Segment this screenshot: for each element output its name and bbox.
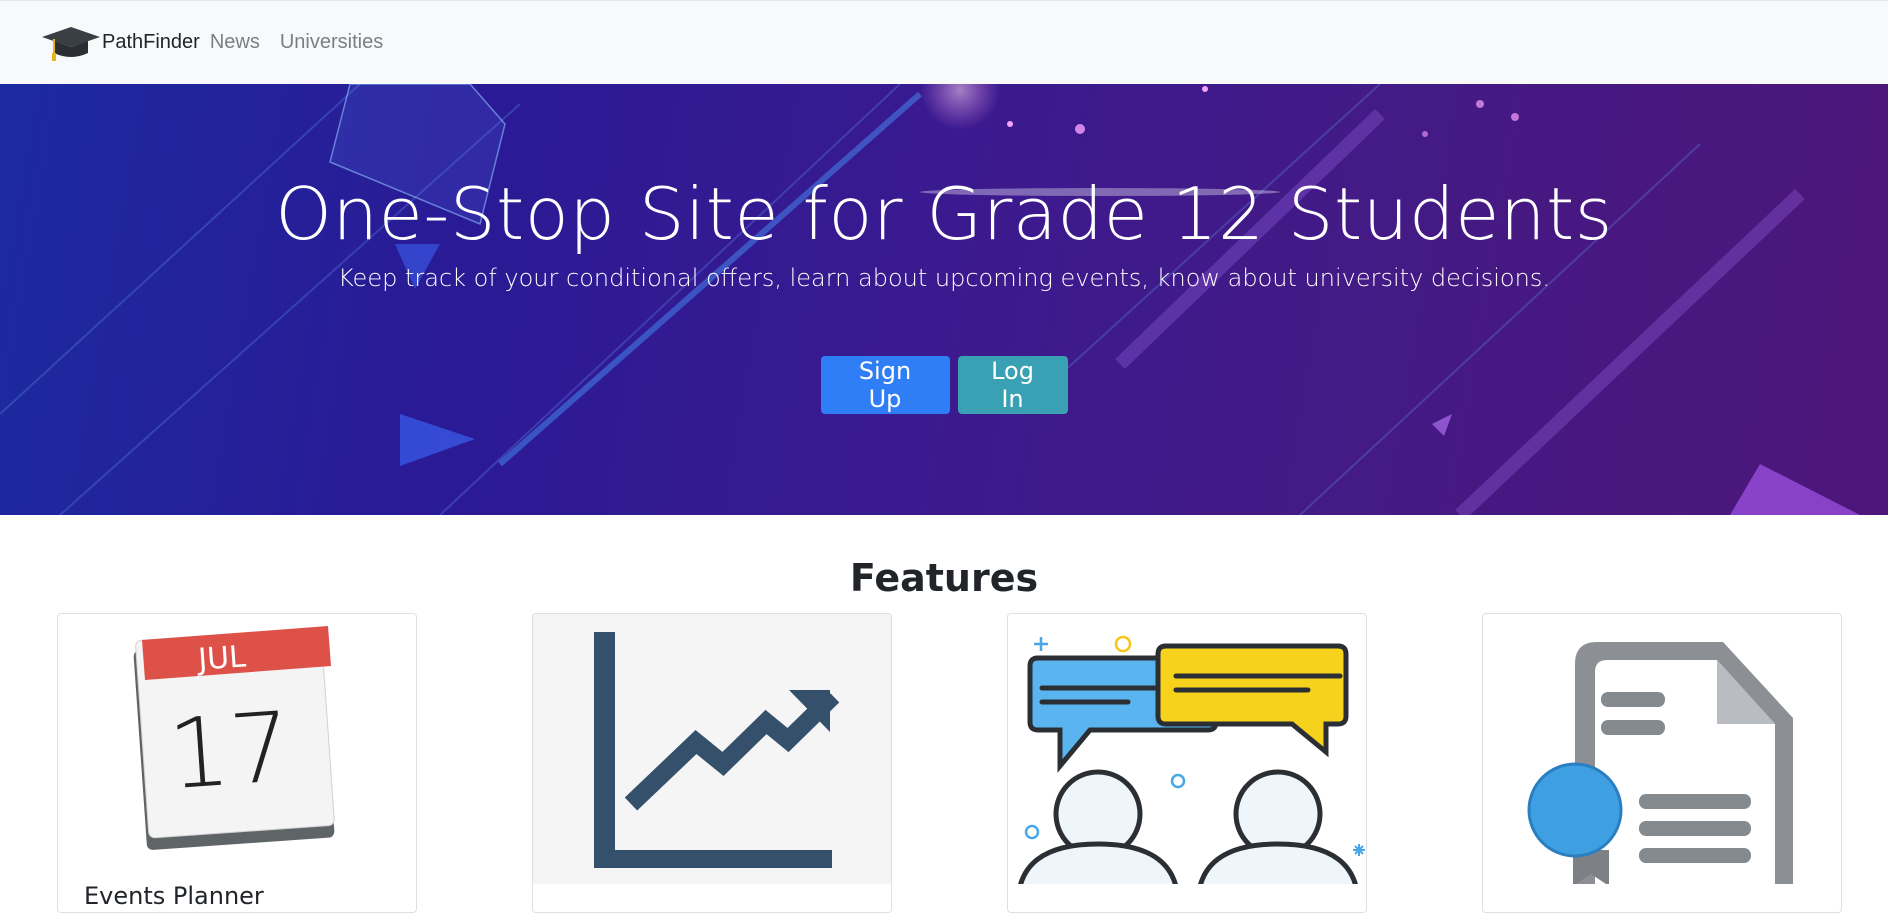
calendar-icon: JUL 17 [133, 626, 335, 850]
feature-card-chat[interactable] [1007, 613, 1367, 913]
feature-card-title: Events Planner [84, 882, 264, 910]
chat-users-icon [1018, 635, 1365, 884]
features-heading: Features [849, 556, 1039, 600]
calendar-day-label: 17 [165, 691, 295, 811]
log-in-button[interactable]: Log In [957, 356, 1068, 414]
brand-link[interactable]: PathFinder [40, 21, 200, 65]
feature-card-certificate[interactable] [1482, 613, 1842, 913]
calendar-month-label: JUL [195, 639, 247, 677]
hero-title: One-Stop Site for Grade 12 Students [275, 172, 1613, 256]
nav-link-news[interactable]: News [210, 31, 260, 54]
brand-label: PathFinder [102, 31, 200, 53]
certificate-document-icon [1527, 642, 1793, 884]
card-footer-strip [533, 884, 891, 912]
navbar: PathFinder News Universities [0, 0, 1888, 84]
nav-link-universities[interactable]: Universities [280, 31, 383, 54]
hero-actions: Sign Up Log In [0, 356, 1888, 414]
sign-up-button[interactable]: Sign Up [820, 356, 950, 414]
trend-chart-icon [594, 632, 840, 868]
hero-background-graphic [0, 84, 1860, 515]
hero-banner: One-Stop Site for Grade 12 Students Keep… [0, 84, 1888, 515]
hero-subtitle: Keep track of your conditional offers, l… [338, 264, 1550, 292]
graduation-cap-icon [42, 26, 100, 61]
feature-card-events-planner[interactable]: JUL 17 Events Planner [57, 613, 417, 913]
feature-card-trend[interactable] [532, 613, 892, 913]
